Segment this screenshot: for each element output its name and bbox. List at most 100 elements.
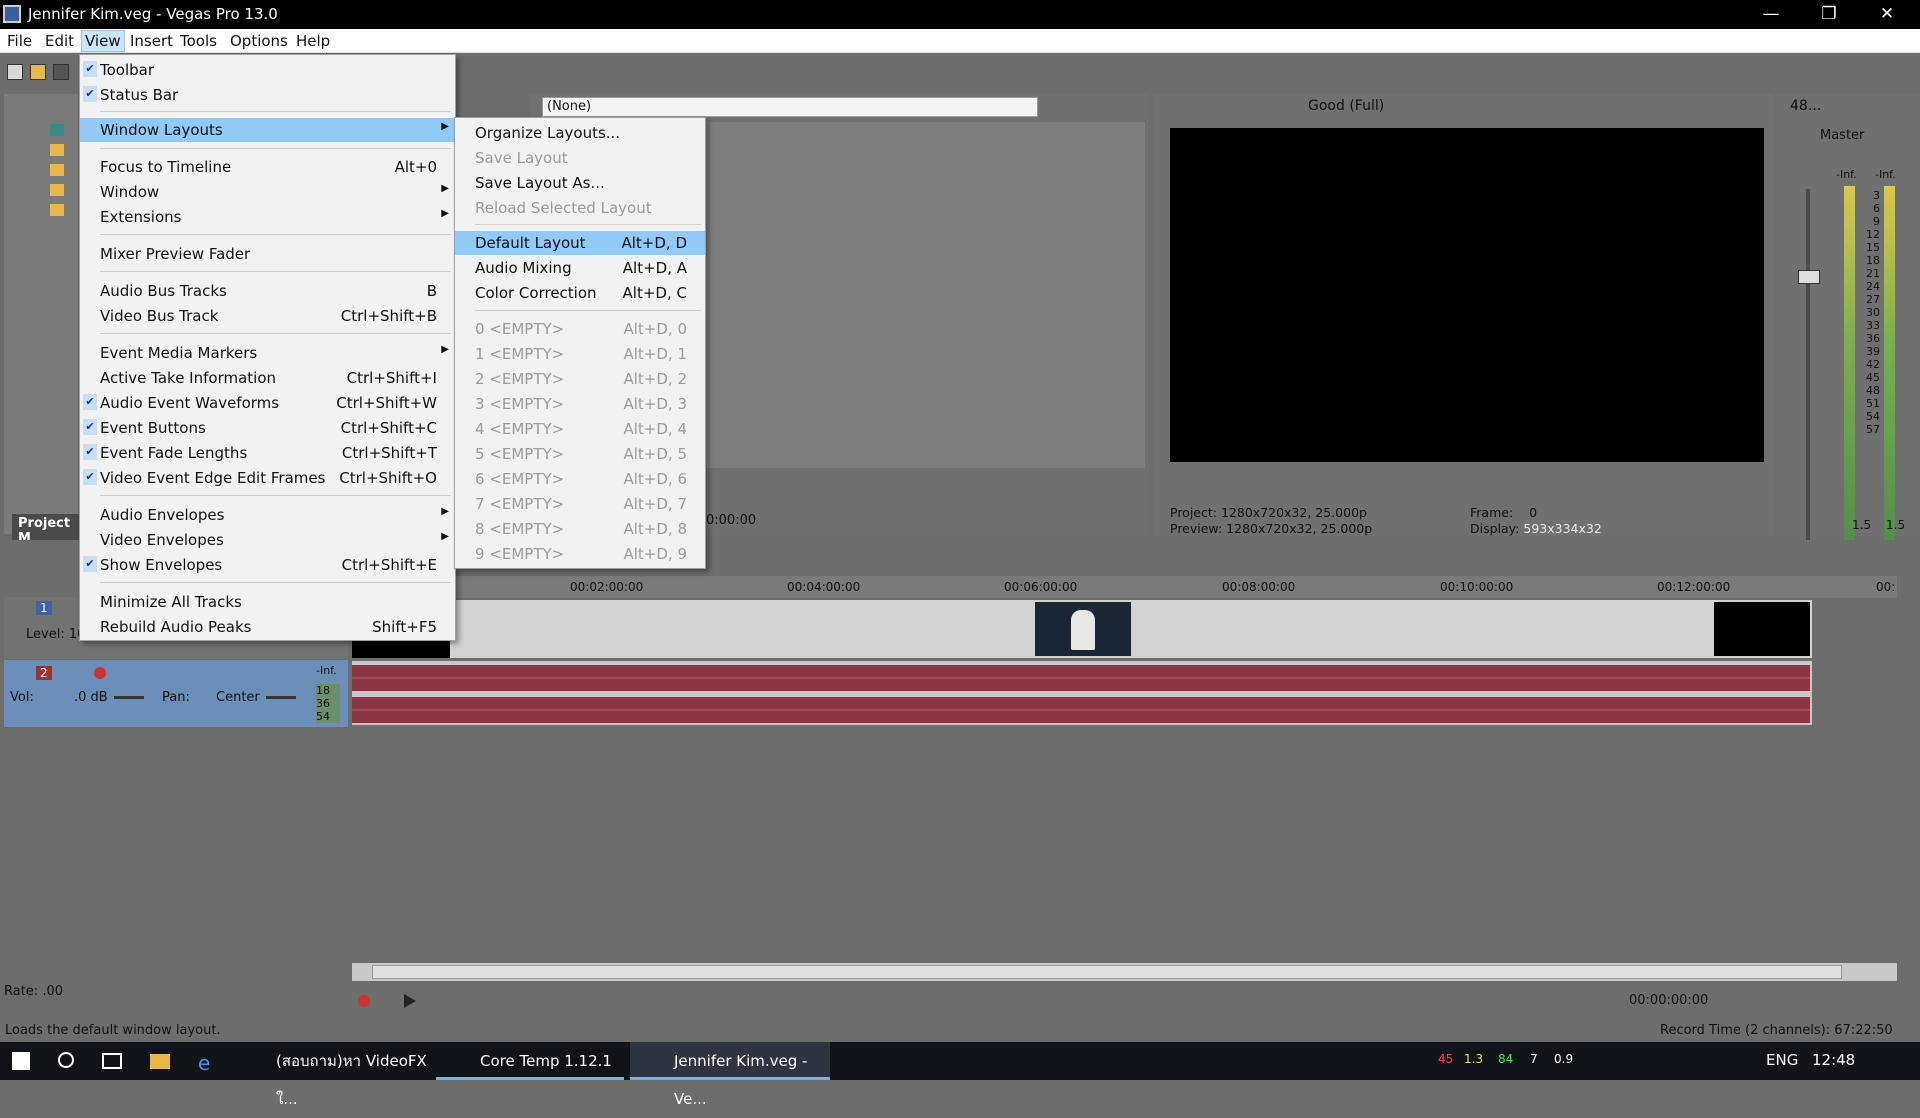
menu-tools[interactable]: Tools bbox=[178, 32, 219, 50]
audio-track-number: 2 bbox=[36, 666, 52, 680]
start-windows-icon[interactable] bbox=[12, 1052, 30, 1070]
menu-item-save-layout: Save Layout bbox=[475, 149, 568, 167]
timeline-ruler[interactable]: 00:02:00:00 00:04:00:00 00:06:00:00 00:0… bbox=[352, 576, 1897, 598]
project-explorer: Project M bbox=[4, 94, 82, 548]
audio-waveform[interactable] bbox=[352, 661, 1812, 725]
menu-item-event-media-markers[interactable]: Event Media Markers ▶ bbox=[80, 341, 455, 365]
menu-options[interactable]: Options bbox=[228, 32, 290, 50]
windows-taskbar: e (สอบถาม)หา VideoFX ใ... Core Temp 1.12… bbox=[0, 1042, 1920, 1108]
folder-icon[interactable] bbox=[50, 144, 64, 156]
menu-item-window[interactable]: Window ▶ bbox=[80, 180, 455, 204]
menu-insert[interactable]: Insert bbox=[128, 32, 175, 50]
menu-item-event-buttons[interactable]: ✔ Event Buttons Ctrl+Shift+C bbox=[80, 416, 455, 440]
mixer-peak-value: 48... bbox=[1790, 98, 1822, 114]
video-event-thumbnail[interactable] bbox=[1035, 602, 1131, 656]
menu-item-empty-layout: 9 <EMPTY> Alt+D, 9 bbox=[475, 545, 687, 563]
status-message: Loads the default window layout. bbox=[5, 1023, 221, 1038]
menu-item-audio-waveforms[interactable]: ✔ Audio Event Waveforms Ctrl+Shift+W bbox=[80, 391, 455, 415]
video-event-thumbnail[interactable] bbox=[1714, 602, 1810, 656]
folder-icon[interactable] bbox=[50, 164, 64, 176]
submenu-arrow-icon: ▶ bbox=[441, 121, 449, 132]
menu-item-rebuild-peaks[interactable]: Rebuild Audio Peaks Shift+F5 bbox=[80, 615, 455, 639]
audio-track-header[interactable]: 2 -Inf. Vol: .0 dB Pan: Center 18 36 54 bbox=[4, 660, 348, 727]
check-icon: ✔ bbox=[83, 444, 97, 460]
project-label: Project: bbox=[1170, 505, 1217, 520]
minimize-button[interactable]: — bbox=[1742, 0, 1800, 29]
taskbar-vegas[interactable]: Jennifer Kim.veg - Ve... bbox=[630, 1042, 830, 1108]
menu-item-mixer-preview-fader[interactable]: Mixer Preview Fader bbox=[80, 242, 455, 266]
clock[interactable]: 12:48 bbox=[1812, 1051, 1855, 1069]
check-icon: ✔ bbox=[83, 86, 97, 102]
display-value: 593x334x32 bbox=[1523, 521, 1602, 536]
new-file-icon[interactable] bbox=[7, 64, 23, 80]
timeline-horizontal-scrollbar[interactable] bbox=[352, 963, 1897, 981]
menu-item-audio-envelopes[interactable]: Audio Envelopes ▶ bbox=[80, 503, 455, 527]
temp-3: 7 bbox=[1530, 1052, 1538, 1066]
left-peak: -Inf. bbox=[1836, 168, 1857, 181]
file-explorer-icon[interactable] bbox=[150, 1054, 170, 1069]
edge-browser-icon[interactable]: e bbox=[198, 1051, 210, 1075]
menu-item-active-take[interactable]: Active Take Information Ctrl+Shift+I bbox=[80, 366, 455, 390]
audio-track-lane[interactable] bbox=[352, 661, 1812, 725]
menu-item-empty-layout: 8 <EMPTY> Alt+D, 8 bbox=[475, 520, 687, 538]
record-button[interactable] bbox=[358, 995, 370, 1007]
preview-quality-select[interactable]: Good (Full) bbox=[1308, 98, 1384, 114]
menu-item-video-envelopes[interactable]: Video Envelopes ▶ bbox=[80, 528, 455, 552]
frame-value: 0 bbox=[1529, 505, 1538, 520]
menu-item-show-envelopes[interactable]: ✔ Show Envelopes Ctrl+Shift+E bbox=[80, 553, 455, 577]
menu-item-focus-timeline[interactable]: Focus to Timeline Alt+0 bbox=[80, 155, 455, 179]
menu-item-video-bus-track[interactable]: Video Bus Track Ctrl+Shift+B bbox=[80, 304, 455, 328]
trimmer-timecode: 0:00:00 bbox=[706, 513, 757, 528]
menu-item-toolbar[interactable]: ✔ Toolbar bbox=[80, 58, 455, 82]
record-arm-icon[interactable] bbox=[94, 667, 106, 679]
vegas-app-icon[interactable] bbox=[3, 5, 21, 23]
menu-item-event-fade-lengths[interactable]: ✔ Event Fade Lengths Ctrl+Shift+T bbox=[80, 441, 455, 465]
menu-help[interactable]: Help bbox=[294, 32, 332, 50]
folder-icon[interactable] bbox=[50, 204, 64, 216]
computer-icon[interactable] bbox=[50, 124, 64, 136]
taskbar-coretemp[interactable]: Core Temp 1.12.1 bbox=[436, 1042, 624, 1080]
video-track-lane[interactable] bbox=[352, 600, 1812, 658]
view-menu: ✔ Toolbar ✔ Status Bar Window Layouts ▶ Foc… bbox=[79, 54, 456, 641]
menu-item-empty-layout: 1 <EMPTY> Alt+D, 1 bbox=[475, 345, 687, 363]
volume-slider[interactable] bbox=[114, 696, 144, 699]
open-folder-icon[interactable] bbox=[30, 64, 46, 80]
search-icon[interactable] bbox=[58, 1052, 74, 1068]
master-fader-track[interactable] bbox=[1806, 189, 1810, 599]
menu-file[interactable]: File bbox=[5, 32, 34, 50]
track-meter: 18 36 54 bbox=[316, 684, 340, 723]
menu-item-audio-mixing[interactable]: Audio Mixing Alt+D, A bbox=[455, 256, 705, 280]
folder-icon[interactable] bbox=[50, 184, 64, 196]
menu-item-color-correction[interactable]: Color Correction Alt+D, C bbox=[455, 281, 705, 305]
trimmer-media-select[interactable]: (None) bbox=[542, 97, 1038, 117]
record-time: Record Time (2 channels): 67:22:50 bbox=[1660, 1023, 1893, 1038]
menu-item-status-bar[interactable]: ✔ Status Bar bbox=[80, 83, 455, 107]
preview-value: 1280x720x32, 25.000p bbox=[1226, 521, 1373, 536]
play-button[interactable] bbox=[404, 994, 416, 1008]
pan-value: Center bbox=[216, 690, 260, 705]
task-view-icon[interactable] bbox=[102, 1053, 122, 1069]
master-fader-handle[interactable] bbox=[1798, 270, 1820, 284]
temp-4: 0.9 bbox=[1554, 1052, 1574, 1066]
scrollbar-thumb[interactable] bbox=[372, 965, 1842, 979]
submenu-arrow-icon: ▶ bbox=[441, 531, 449, 542]
menu-separator bbox=[100, 582, 451, 583]
taskbar-firefox[interactable]: (สอบถาม)หา VideoFX ใ... bbox=[232, 1042, 432, 1108]
menu-edit[interactable]: Edit bbox=[43, 32, 76, 50]
restore-button[interactable]: ❐ bbox=[1800, 0, 1858, 29]
menu-item-audio-bus-tracks[interactable]: Audio Bus Tracks B bbox=[80, 279, 455, 303]
right-bottom-value: 1.5 bbox=[1886, 518, 1906, 532]
menu-item-default-layout[interactable]: Default Layout Alt+D, D bbox=[455, 231, 705, 255]
menu-separator bbox=[100, 495, 451, 496]
menu-item-extensions[interactable]: Extensions ▶ bbox=[80, 205, 455, 229]
menu-item-minimize-tracks[interactable]: Minimize All Tracks bbox=[80, 590, 455, 614]
menu-item-window-layouts[interactable]: Window Layouts ▶ bbox=[80, 118, 455, 142]
menu-item-save-layout-as[interactable]: Save Layout As... bbox=[455, 171, 705, 195]
input-language[interactable]: ENG bbox=[1766, 1051, 1798, 1069]
menu-item-organize-layouts[interactable]: Organize Layouts... bbox=[455, 121, 705, 145]
save-icon[interactable] bbox=[53, 64, 69, 80]
close-button[interactable]: ✕ bbox=[1858, 0, 1916, 29]
menu-item-video-edge-frames[interactable]: ✔ Video Event Edge Edit Frames Ctrl+Shift+… bbox=[80, 466, 455, 490]
menu-view[interactable]: View bbox=[81, 30, 125, 52]
pan-slider[interactable] bbox=[266, 696, 296, 699]
